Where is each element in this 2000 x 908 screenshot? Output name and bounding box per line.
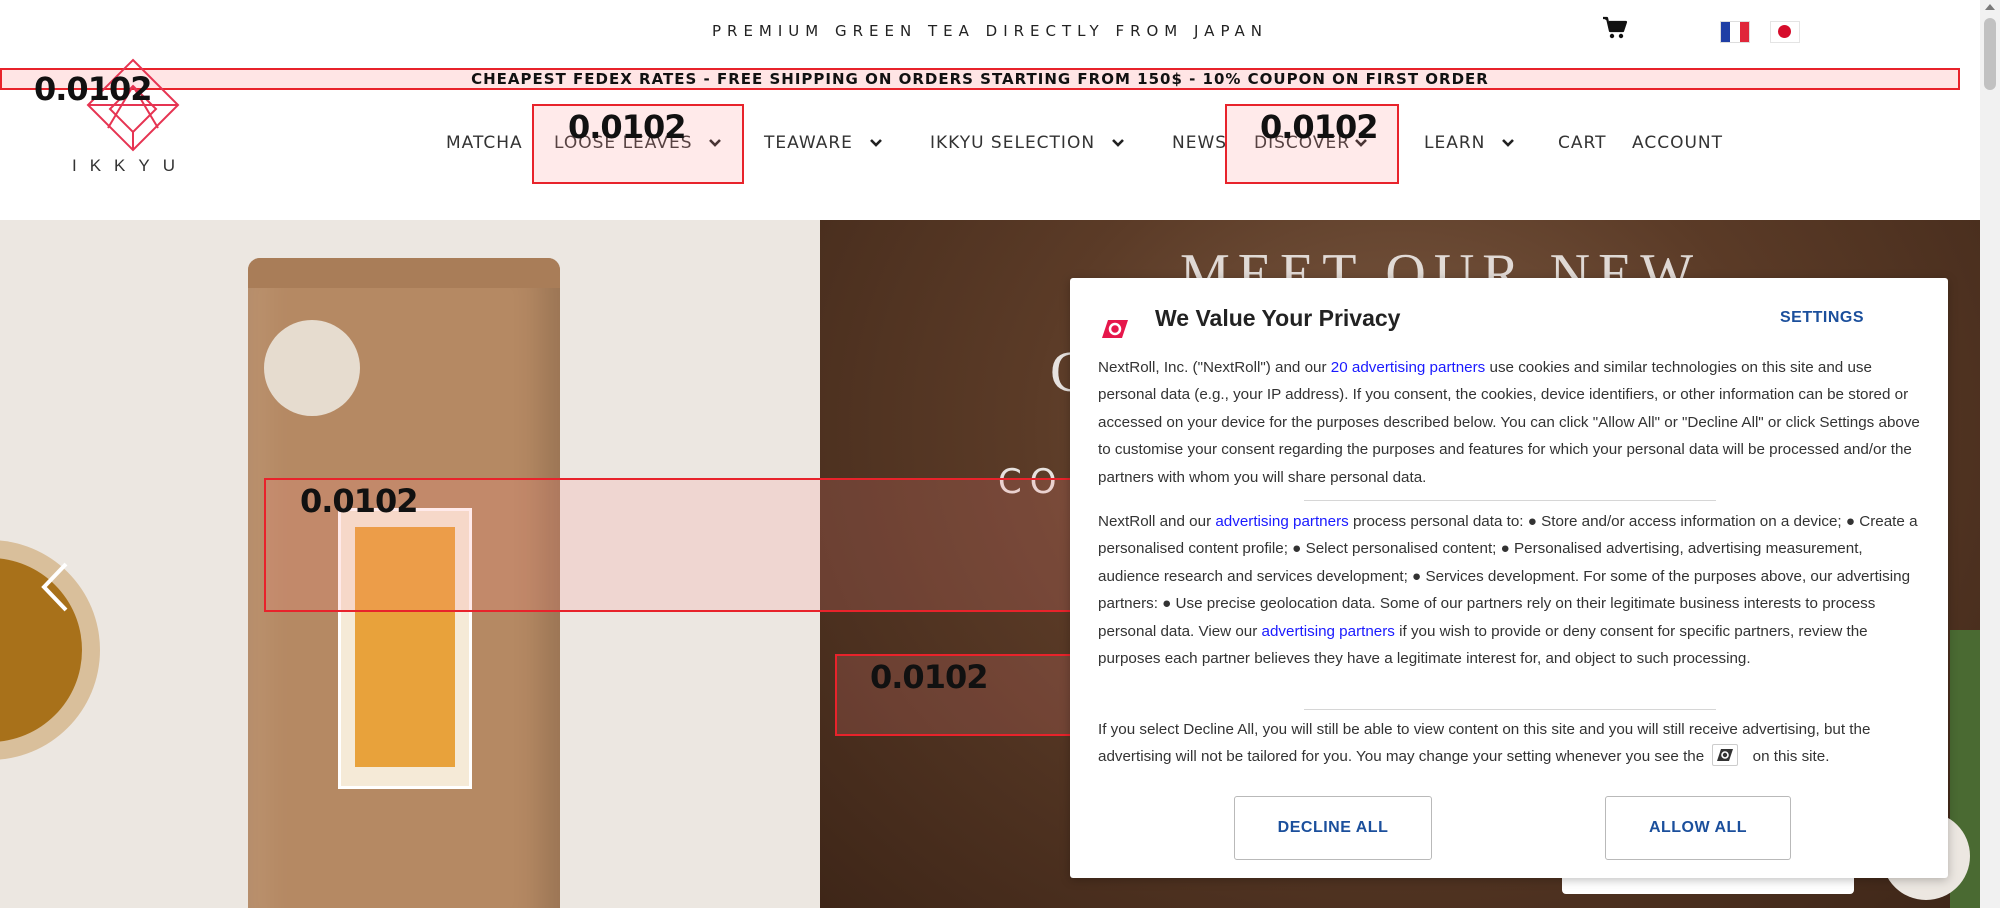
privacy-title: We Value Your Privacy [1155, 305, 1401, 331]
chevron-down-icon [1112, 139, 1124, 147]
chevron-left-icon[interactable] [36, 560, 76, 614]
text: NextRoll, Inc. ("NextRoll") and our [1098, 359, 1331, 376]
chevron-down-icon [869, 139, 882, 147]
tagline: PREMIUM GREEN TEA DIRECTLY FROM JAPAN [711, 22, 1269, 40]
settings-button[interactable]: SETTINGS [1780, 309, 1864, 327]
text: use cookies and similar technologies on … [1098, 359, 1920, 486]
nav-news[interactable]: NEWS [1172, 133, 1227, 153]
top-bar: PREMIUM GREEN TEA DIRECTLY FROM JAPAN [0, 0, 1980, 64]
chevron-down-icon [1502, 139, 1515, 147]
divider [1304, 500, 1716, 501]
nav-label: LEARN [1424, 133, 1486, 153]
nextroll-inline-icon [1712, 744, 1739, 767]
overlay-label-hero-center: 0.0102 [870, 658, 988, 696]
text: process personal data to: ● Store and/or… [1098, 513, 1918, 640]
privacy-dialog: We Value Your Privacy SETTINGS NextRoll,… [1070, 278, 1948, 878]
nav-label: ACCOUNT [1632, 133, 1723, 153]
allow-all-button[interactable]: ALLOW ALL [1605, 796, 1791, 860]
organic-seal [264, 320, 360, 416]
page-scrollbar[interactable] [1980, 0, 2000, 908]
nextroll-logo-icon [1098, 316, 1132, 342]
overlay-label-hero: 0.0102 [300, 482, 418, 520]
advertising-partners-link[interactable]: advertising partners [1215, 513, 1348, 530]
privacy-paragraph-2: NextRoll and our advertising partners pr… [1098, 508, 1924, 672]
text: NextRoll and our [1098, 513, 1216, 530]
nav-account[interactable]: ACCOUNT [1632, 133, 1723, 153]
logo-overlay-label: 0.0102 [34, 70, 152, 108]
main-nav: MATCHA LOOSE LEAVES TEAWARE IKKYU SELECT… [0, 133, 1980, 157]
nav-teaware[interactable]: TEAWARE [764, 133, 885, 153]
text: on this site. [1748, 748, 1830, 766]
overlay-label-loose-leaves: 0.0102 [568, 108, 686, 146]
nav-cart[interactable]: CART [1558, 133, 1606, 153]
advertising-partners-link[interactable]: advertising partners [1262, 623, 1395, 640]
nav-label: NEWS [1172, 133, 1228, 153]
scroll-thumb[interactable] [1984, 18, 1996, 90]
divider [1304, 709, 1716, 710]
overlay-label-discover: 0.0102 [1260, 108, 1378, 146]
nav-learn[interactable]: LEARN [1424, 133, 1517, 153]
advertising-partners-link[interactable]: 20 advertising partners [1331, 359, 1486, 376]
shopping-cart-icon[interactable] [1602, 16, 1628, 40]
decline-all-button[interactable]: DECLINE ALL [1234, 796, 1432, 860]
privacy-paragraph-1: NextRoll, Inc. ("NextRoll") and our 20 a… [1098, 354, 1924, 491]
japanese-flag-icon[interactable] [1770, 21, 1800, 43]
promo-banner: CHEAPEST FEDEX RATES - FREE SHIPPING ON … [0, 68, 1960, 90]
nav-ikkyu-selection[interactable]: IKKYU SELECTION [930, 133, 1127, 153]
nav-matcha[interactable]: MATCHA [446, 133, 523, 153]
privacy-paragraph-3: If you select Decline All, you will stil… [1098, 716, 1924, 771]
scroll-up-arrow-icon[interactable] [1985, 4, 1995, 10]
nav-label: MATCHA [446, 133, 523, 153]
logo-wordmark: IKKYU [72, 156, 189, 175]
nav-label: CART [1558, 133, 1607, 153]
nav-label: IKKYU SELECTION [930, 133, 1096, 153]
nav-label: TEAWARE [764, 133, 853, 153]
french-flag-icon[interactable] [1720, 21, 1750, 43]
